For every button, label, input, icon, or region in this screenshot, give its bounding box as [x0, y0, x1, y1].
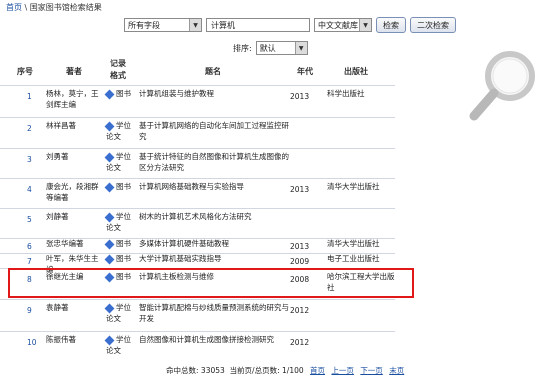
next-page-link[interactable]: 下一页: [360, 366, 383, 375]
row-author: 林祥昌著: [46, 121, 76, 130]
record-type-icon: [104, 335, 115, 345]
total-label: 命中总数:: [166, 366, 199, 375]
row-title-link[interactable]: 树木的计算机艺术风格化方法研究: [139, 211, 289, 222]
chevron-down-icon: ▼: [359, 19, 371, 31]
row-year: 2013: [290, 92, 310, 101]
record-type-icon: [104, 303, 115, 313]
search-input[interactable]: 计算机: [206, 18, 310, 32]
first-page-link[interactable]: 首页: [310, 366, 325, 375]
row-number: 3: [27, 155, 32, 164]
row-author: 张忠华编著: [46, 239, 84, 248]
sort-select-value: 默认: [259, 43, 276, 53]
header-no: 序号: [17, 67, 33, 76]
record-type-icon: [104, 182, 115, 192]
row-title-link[interactable]: 计算机网络基础教程与实验指导: [139, 181, 289, 192]
row-year: 2012: [290, 338, 310, 347]
record-type-icon: [104, 212, 115, 222]
row-author: 刘勇著: [46, 152, 69, 161]
record-type-icon: [104, 121, 115, 131]
row-title-link[interactable]: 自然图像和计算机生成图像拼接检测研究: [139, 334, 289, 345]
scope-select[interactable]: 中文文献库 ▼: [314, 18, 372, 32]
row-number: 1: [27, 92, 32, 101]
row-title-link[interactable]: 计算机组装与维护教程: [139, 88, 289, 99]
last-page-link[interactable]: 末页: [389, 366, 404, 375]
header-publisher: 出版社: [344, 67, 368, 76]
search-query-text: 计算机: [211, 20, 235, 30]
refine-search-button[interactable]: 二次检索: [410, 17, 456, 33]
sort-label: 排序:: [233, 43, 252, 53]
table-row: 3 刘勇著 学位论文 基于统计特征的自然图像和计算机生成图像的区分方法研究: [0, 148, 395, 179]
row-number: 5: [27, 215, 32, 224]
magnifier-icon: [469, 51, 535, 121]
table-row: 6 张忠华编著 图书 多媒体计算机硬件基础教程 2013 清华大学出版社: [0, 238, 395, 254]
row-year: 2012: [290, 306, 310, 315]
record-type-icon: [104, 239, 115, 249]
row-author: 袁静著: [46, 303, 69, 312]
header-author: 著者: [66, 67, 82, 76]
table-row: 1 杨林，莫宁，王剑辉主编 图书 计算机组装与维护教程 2013 科学出版社: [0, 85, 395, 118]
row-title-link[interactable]: 基于计算机网络的自动化车间加工过程监控研究: [139, 120, 289, 142]
breadcrumb: 首页 \ 国家图书馆检索结果: [6, 2, 102, 13]
header-year: 年代: [297, 67, 313, 76]
table-row: 5 刘静著 学位论文 树木的计算机艺术风格化方法研究: [0, 208, 395, 239]
row-author: 陈振伟著: [46, 335, 76, 344]
header-title: 题名: [205, 67, 221, 76]
table-row: 9 袁静著 学位论文 智能计算机配棉与纱线质量预测系统的研究与开发 2012: [0, 299, 395, 332]
row-format: 图书: [116, 182, 131, 191]
breadcrumb-home-link[interactable]: 首页: [6, 3, 22, 12]
page-indicator: 1/100: [282, 366, 304, 375]
row-number: 9: [27, 306, 32, 315]
row-number: 6: [27, 242, 32, 251]
search-bar: 所有字段 ▼ 计算机 中文文献库 ▼ 检索 二次检索: [124, 17, 456, 33]
row-author: 杨林，莫宁，王剑辉主编: [46, 89, 99, 109]
search-button[interactable]: 检索: [376, 17, 406, 33]
breadcrumb-separator: \: [24, 3, 28, 12]
row-format: 图书: [116, 239, 131, 248]
row-author: 刘静著: [46, 212, 69, 221]
field-select-value: 所有字段: [128, 20, 160, 30]
chevron-down-icon: ▼: [189, 19, 201, 31]
row-publisher: 电子工业出版社: [327, 254, 380, 263]
row-year: 2013: [290, 185, 310, 194]
row-author: 康会光，段湘群等编著: [46, 182, 99, 202]
row-title-link[interactable]: 大学计算机基础实践指导: [139, 253, 289, 264]
row-number: 10: [27, 338, 37, 347]
row-publisher: 清华大学出版社: [327, 239, 380, 248]
scope-select-value: 中文文献库: [318, 20, 358, 30]
header-format: 记录格式: [110, 59, 126, 80]
sort-select[interactable]: 默认 ▼: [255, 41, 308, 55]
record-type-icon: [104, 254, 115, 264]
total-count: 33053: [200, 366, 225, 375]
sort-row: 排序: 默认 ▼: [233, 41, 308, 55]
table-row: 2 林祥昌著 学位论文 基于计算机网络的自动化车间加工过程监控研究: [0, 117, 395, 149]
prev-page-link[interactable]: 上一页: [331, 366, 354, 375]
record-type-icon: [104, 89, 115, 99]
table-row: 10 陈振伟著 学位论文 自然图像和计算机生成图像拼接检测研究 2012: [0, 331, 395, 363]
row-title-link[interactable]: 多媒体计算机硬件基础教程: [139, 238, 289, 249]
highlight-box: [8, 268, 414, 298]
row-title-link[interactable]: 基于统计特征的自然图像和计算机生成图像的区分方法研究: [139, 151, 289, 173]
row-number: 4: [27, 185, 32, 194]
row-title-link[interactable]: 智能计算机配棉与纱线质量预测系统的研究与开发: [139, 302, 289, 324]
page-label: 当前页/总页数:: [229, 366, 280, 375]
row-number: 7: [27, 257, 32, 266]
row-publisher: 清华大学出版社: [327, 182, 380, 191]
pagination-footer: 命中总数: 33053 当前页/总页数: 1/100 首页 上一页 下一页 末页: [166, 365, 404, 376]
table-row: 7 叶军，朱华生主编 图书 大学计算机基础实践指导 2009 电子工业出版社: [0, 253, 395, 274]
row-format: 图书: [116, 254, 131, 263]
chevron-down-icon: ▼: [294, 42, 307, 54]
row-number: 2: [27, 124, 32, 133]
breadcrumb-current: 国家图书馆检索结果: [29, 3, 102, 12]
field-select[interactable]: 所有字段 ▼: [124, 18, 202, 32]
row-publisher: 科学出版社: [327, 89, 365, 98]
table-header: 序号 著者 记录格式 题名 年代 出版社: [0, 56, 400, 86]
row-year: 2009: [290, 257, 310, 266]
table-row: 4 康会光，段湘群等编著 图书 计算机网络基础教程与实验指导 2013 清华大学出版社: [0, 178, 395, 209]
record-type-icon: [104, 152, 115, 162]
row-format: 图书: [116, 89, 131, 98]
row-year: 2013: [290, 242, 310, 251]
